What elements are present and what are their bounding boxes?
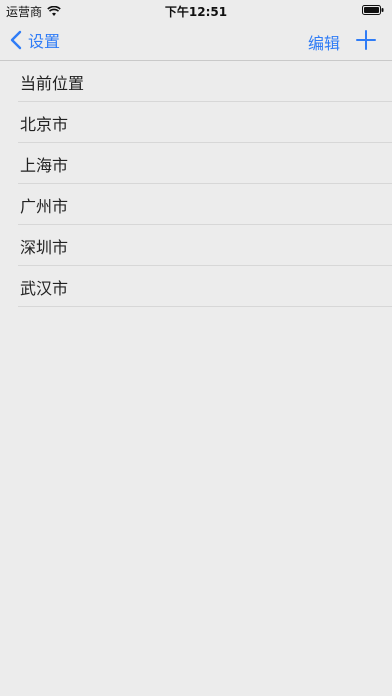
- status-time: 下午12:51: [164, 5, 228, 19]
- battery-icon: [362, 5, 384, 15]
- list-item-guangzhou[interactable]: 广州市: [0, 184, 392, 225]
- list-item-label: 上海市: [20, 155, 69, 175]
- list-item-shenzhen[interactable]: 深圳市: [0, 225, 392, 266]
- list-item-shanghai[interactable]: 上海市: [0, 143, 392, 184]
- chevron-left-icon: [10, 30, 22, 50]
- location-list: 当前位置 北京市 上海市 广州市 深圳市 武汉市: [0, 61, 392, 307]
- back-button[interactable]: 设置: [10, 28, 60, 52]
- list-item-label: 武汉市: [20, 278, 69, 298]
- back-label: 设置: [28, 32, 61, 51]
- status-bar: 运营商 下午12:51: [0, 0, 392, 20]
- list-item-wuhan[interactable]: 武汉市: [0, 266, 392, 307]
- list-item-label: 深圳市: [20, 237, 69, 257]
- list-item-label: 北京市: [20, 114, 69, 134]
- app-screen: 运营商 下午12:51 设置 编辑 当前位置 北京市 上海市 广州市 深圳市 武…: [0, 0, 392, 696]
- list-item-current-location[interactable]: 当前位置: [0, 61, 392, 102]
- navigation-bar: 设置 编辑: [0, 20, 392, 61]
- list-item-beijing[interactable]: 北京市: [0, 102, 392, 143]
- plus-icon[interactable]: [356, 30, 376, 50]
- edit-button[interactable]: 编辑: [308, 30, 340, 54]
- list-item-label: 当前位置: [20, 73, 85, 93]
- list-item-label: 广州市: [20, 196, 69, 216]
